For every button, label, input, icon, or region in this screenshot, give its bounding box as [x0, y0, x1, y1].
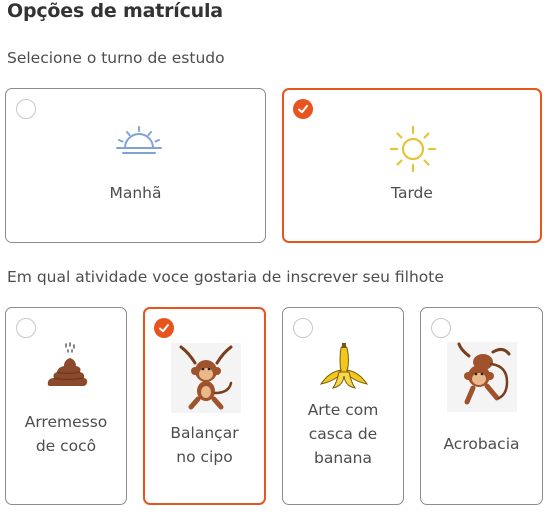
activity-radio-poop-throw[interactable]	[16, 318, 36, 338]
check-icon	[159, 324, 169, 333]
activity-label-poop-throw: Arremesso de cocô	[24, 413, 108, 455]
activity-radio-vine-swing[interactable]	[154, 318, 174, 338]
activity-option-vine-swing[interactable]: Balançar no cipo	[143, 307, 266, 505]
activity-option-poop-throw[interactable]: Arremesso de cocô	[5, 307, 127, 505]
shift-radio-morning[interactable]	[16, 99, 36, 119]
shift-label-morning: Manhã	[109, 184, 162, 202]
activity-option-banana-art[interactable]: Arte com casca de banana	[282, 307, 404, 505]
activity-question: Em qual atividade voce gostaria de inscr…	[7, 268, 444, 286]
activity-label-banana-art: Arte com casca de banana	[307, 401, 379, 467]
shift-option-morning[interactable]: Manhã	[5, 88, 266, 243]
page-title: Opções de matrícula	[7, 0, 223, 22]
activity-radio-banana-art[interactable]	[293, 318, 313, 338]
activity-label-vine-swing: Balançar no cipo	[170, 424, 239, 466]
banana-peel-icon	[319, 343, 369, 389]
shift-question: Selecione o turno de estudo	[7, 49, 225, 67]
shift-option-afternoon[interactable]: Tarde	[282, 88, 542, 243]
sunrise-icon	[116, 126, 162, 154]
activity-label-acrobatics: Acrobacia	[443, 435, 520, 453]
activity-radio-acrobatics[interactable]	[431, 318, 451, 338]
acrobat-monkey-icon	[447, 342, 517, 412]
shift-radio-afternoon[interactable]	[293, 99, 313, 119]
check-icon	[298, 105, 308, 114]
shift-label-afternoon: Tarde	[391, 184, 433, 202]
activity-option-acrobatics[interactable]: Acrobacia	[420, 307, 543, 505]
poop-icon	[47, 342, 88, 386]
sun-icon	[389, 125, 437, 173]
hanging-monkey-icon	[171, 343, 241, 413]
